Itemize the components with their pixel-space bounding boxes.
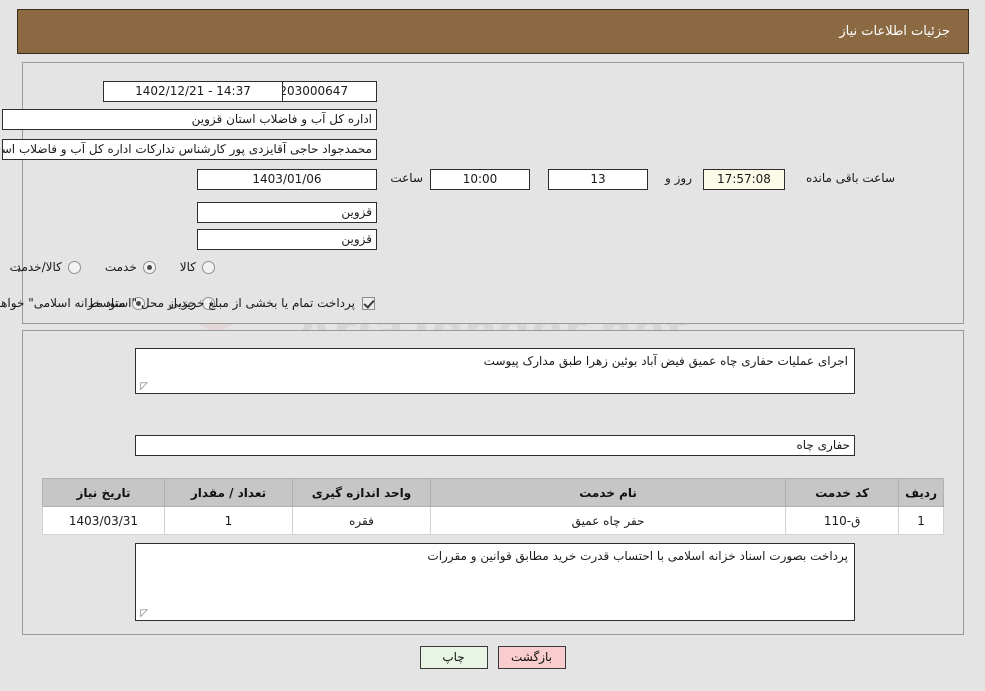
- cell-quantity: 1: [164, 506, 293, 535]
- cell-unit: فقره: [292, 506, 431, 535]
- deadline-remaining-field[interactable]: 17:57:08: [703, 169, 785, 190]
- column-header-need-date: تاریخ نیاز: [42, 478, 165, 507]
- column-header-code: کد خدمت: [785, 478, 900, 507]
- deadline-hour-label: ساعت: [390, 171, 423, 185]
- cell-code: ق-110: [785, 506, 900, 535]
- category-option-kala-khedmat[interactable]: کالا/خدمت: [10, 260, 81, 274]
- city-field[interactable]: قزوین: [197, 229, 377, 250]
- checkbox-icon-treasury-bond[interactable]: [362, 296, 375, 310]
- category-option-khedmat-label: خدمت: [104, 260, 137, 274]
- announce-datetime-field[interactable]: 14:37 - 1402/12/21: [103, 81, 283, 102]
- deadline-days-label: روز و: [665, 171, 692, 185]
- category-option-kala[interactable]: کالا: [180, 260, 215, 274]
- treasury-bond-label: پرداخت تمام یا بخشی از مبلغ خرید،از محل …: [0, 296, 355, 310]
- description-textarea[interactable]: اجرای عملیات حفاری چاه عمیق فیض آباد بوئ…: [135, 348, 855, 394]
- column-header-name: نام خدمت: [429, 478, 787, 507]
- service-group-field[interactable]: حفاری چاه: [135, 435, 855, 456]
- cell-name: حفر چاه عمیق: [429, 506, 787, 535]
- back-button[interactable]: بازگشت: [497, 646, 566, 669]
- province-field[interactable]: قزوین: [197, 202, 377, 223]
- treasury-bond-checkbox-wrap[interactable]: پرداخت تمام یا بخشی از مبلغ خرید،از محل …: [0, 296, 375, 310]
- description-text: اجرای عملیات حفاری چاه عمیق فیض آباد بوئ…: [483, 354, 848, 368]
- deadline-remaining-label: ساعت باقی مانده: [805, 171, 895, 185]
- category-option-kala-label: کالا: [179, 260, 196, 274]
- cell-need-date: 1403/03/31: [42, 506, 165, 535]
- page-root: جزئیات اطلاعات نیاز شماره نیاز: 11020032…: [0, 0, 985, 691]
- radio-icon-kala[interactable]: [202, 260, 215, 274]
- column-header-unit: واحد اندازه گیری: [292, 478, 431, 507]
- requester-field[interactable]: محمدجواد حاجی آقایزدی پور کارشناس تدارکا…: [2, 139, 377, 160]
- resize-grip-icon-notes[interactable]: ◸: [138, 609, 148, 619]
- service-items-table: ردیف کد خدمت نام خدمت واحد اندازه گیری ت…: [42, 478, 944, 535]
- page-title-bar: جزئیات اطلاعات نیاز: [17, 9, 969, 54]
- table-header-row: ردیف کد خدمت نام خدمت واحد اندازه گیری ت…: [42, 478, 944, 507]
- table-row: 1 ق-110 حفر چاه عمیق فقره 1 1403/03/31: [42, 506, 944, 535]
- column-header-row: ردیف: [898, 478, 944, 507]
- page-title: جزئیات اطلاعات نیاز: [839, 24, 950, 39]
- print-button[interactable]: چاپ: [419, 646, 488, 669]
- category-option-kala-khedmat-label: کالا/خدمت: [9, 260, 62, 274]
- action-button-bar: بازگشت چاپ: [0, 646, 985, 669]
- radio-icon-khedmat[interactable]: [142, 260, 156, 274]
- cell-row: 1: [898, 506, 944, 535]
- buyer-notes-textarea[interactable]: پرداخت بصورت اسناد خزانه اسلامی با احتسا…: [135, 543, 855, 621]
- buyer-org-field[interactable]: اداره کل آب و فاضلاب استان قزوین: [2, 109, 377, 130]
- deadline-date-field[interactable]: 1403/01/06: [197, 169, 377, 190]
- category-radio-group: کالا خدمت کالا/خدمت: [10, 260, 215, 274]
- deadline-days-field[interactable]: 13: [548, 169, 648, 190]
- deadline-hour-field[interactable]: 10:00: [430, 169, 530, 190]
- category-option-khedmat[interactable]: خدمت: [105, 260, 156, 274]
- column-header-quantity: تعداد / مقدار: [164, 478, 293, 507]
- radio-icon-kala-khedmat[interactable]: [67, 260, 81, 274]
- buyer-notes-text: پرداخت بصورت اسناد خزانه اسلامی با احتسا…: [427, 549, 848, 563]
- resize-grip-icon[interactable]: ◸: [138, 382, 148, 392]
